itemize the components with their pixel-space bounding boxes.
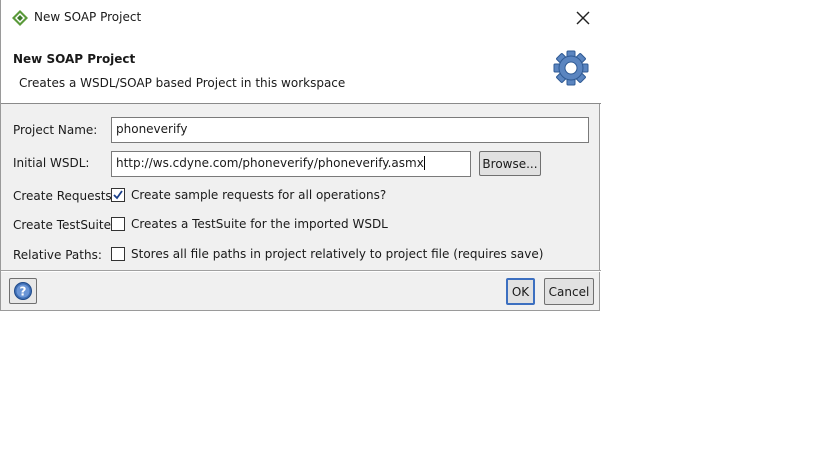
create-requests-label: Create Requests: — [13, 189, 116, 203]
initial-wsdl-value: http://ws.cdyne.com/phoneverify/phonever… — [116, 156, 424, 170]
window-title: New SOAP Project — [34, 10, 142, 24]
cancel-button[interactable]: Cancel — [544, 278, 594, 305]
create-testsuite-row: Creates a TestSuite for the imported WSD… — [111, 217, 388, 231]
help-icon: ? — [14, 282, 32, 300]
create-requests-row: Create sample requests for all operation… — [111, 188, 386, 202]
header-description: Creates a WSDL/SOAP based Project in thi… — [19, 76, 346, 90]
initial-wsdl-label: Initial WSDL: — [13, 156, 90, 170]
title-bar: New SOAP Project — [1, 0, 601, 36]
ok-button[interactable]: OK — [506, 278, 535, 305]
close-button[interactable] — [569, 6, 597, 30]
close-icon — [576, 11, 590, 25]
text-caret — [423, 156, 425, 170]
initial-wsdl-input[interactable]: http://ws.cdyne.com/phoneverify/phonever… — [111, 151, 471, 177]
checkmark-icon — [113, 190, 123, 200]
relative-paths-checkbox[interactable] — [111, 247, 125, 261]
dialog-header: New SOAP Project Creates a WSDL/SOAP bas… — [1, 36, 601, 104]
relative-paths-label: Relative Paths: — [13, 248, 102, 262]
soapui-diamond-icon — [11, 9, 29, 27]
header-title: New SOAP Project — [13, 52, 136, 66]
create-testsuite-text: Creates a TestSuite for the imported WSD… — [131, 217, 388, 231]
project-name-value: phoneverify — [116, 122, 188, 136]
help-button[interactable]: ? — [9, 278, 37, 304]
browse-button[interactable]: Browse... — [479, 151, 541, 176]
create-testsuite-checkbox[interactable] — [111, 217, 125, 231]
gear-icon — [551, 48, 591, 88]
relative-paths-row: Stores all file paths in project relativ… — [111, 247, 543, 261]
svg-text:?: ? — [20, 285, 27, 299]
relative-paths-text: Stores all file paths in project relativ… — [131, 247, 544, 261]
new-soap-project-dialog: New SOAP Project New SOAP Project Create… — [0, 0, 601, 311]
create-requests-checkbox[interactable] — [111, 188, 125, 202]
create-requests-text: Create sample requests for all operation… — [131, 188, 387, 202]
project-name-label: Project Name: — [13, 123, 98, 137]
footer-divider — [1, 270, 601, 272]
project-name-input[interactable]: phoneverify — [111, 117, 589, 143]
create-testsuite-label: Create TestSuite: — [13, 218, 116, 232]
